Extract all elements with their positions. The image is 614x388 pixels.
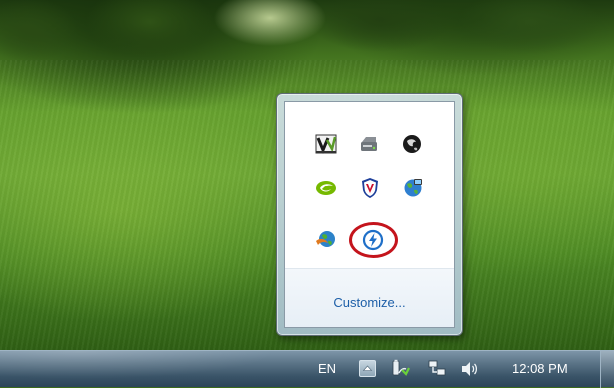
notification-overflow-flyout: Customize...: [276, 93, 463, 336]
highlight-circle: [349, 222, 398, 258]
mcafee-shield-icon[interactable]: [359, 177, 381, 199]
taskbar: EN 12:08 PM: [0, 350, 614, 388]
green-globe-icon[interactable]: [315, 228, 337, 250]
network-icon[interactable]: [427, 359, 447, 379]
show-hidden-icons-arrow-icon: [362, 365, 373, 371]
flyout-panel: Customize...: [284, 101, 455, 328]
language-indicator[interactable]: EN: [318, 361, 336, 376]
customize-section: Customize...: [285, 269, 454, 327]
black-globe-icon[interactable]: [401, 133, 423, 155]
network-globe-icon[interactable]: [402, 177, 424, 199]
show-hidden-icons-button[interactable]: [359, 360, 376, 377]
power-battery-icon[interactable]: [390, 359, 410, 379]
customize-link[interactable]: Customize...: [285, 295, 454, 310]
show-desktop-button[interactable]: [600, 351, 614, 388]
clock[interactable]: 12:08 PM: [512, 361, 568, 376]
removable-drive-icon[interactable]: [358, 133, 380, 155]
nvidia-icon[interactable]: [315, 177, 337, 199]
veeam-icon[interactable]: [315, 133, 337, 155]
volume-icon[interactable]: [460, 359, 480, 379]
tray-icon-grid: [285, 102, 456, 268]
